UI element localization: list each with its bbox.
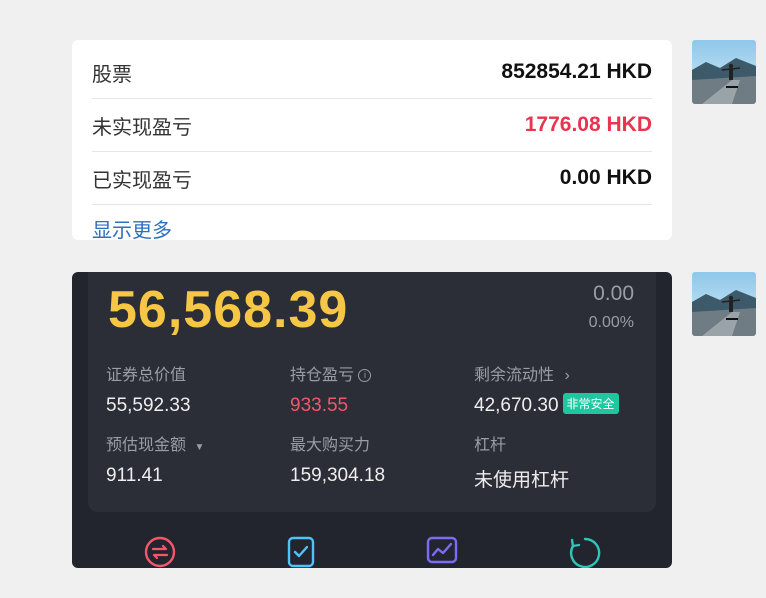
order-check-icon[interactable] <box>286 536 316 568</box>
account-screenshot-card: 56,568.39 0.00 0.00% 证券总价值 55,592.33 持仓盈… <box>72 272 672 568</box>
leverage-cell: 杠杆 未使用杠杆 <box>474 431 569 492</box>
chart-icon[interactable] <box>426 536 458 568</box>
chevron-right-icon: › <box>564 367 570 384</box>
realized-pnl-label: 已实现盈亏 <box>92 169 192 192</box>
avatar[interactable] <box>692 272 756 336</box>
assets-message-card: 股票 852854.21 HKD 未实现盈亏 1776.08 HKD 已实现盈亏… <box>72 40 672 240</box>
securities-value: 55,592.33 <box>106 395 191 416</box>
leverage-label: 杠杆 <box>474 437 507 454</box>
leverage-value: 未使用杠杆 <box>474 470 570 491</box>
show-more-link[interactable]: 显示更多 <box>92 214 172 240</box>
safety-badge: 非常安全 <box>562 393 619 415</box>
transfer-icon[interactable] <box>144 536 176 568</box>
estimated-cash-value: 911.41 <box>106 465 163 486</box>
unrealized-pnl-label: 未实现盈亏 <box>92 116 192 139</box>
position-pnl-label: 持仓盈亏 <box>290 367 355 384</box>
day-change-value: 0.00 <box>593 282 634 305</box>
account-summary-panel: 56,568.39 0.00 0.00% 证券总价值 55,592.33 持仓盈… <box>88 272 656 512</box>
realized-pnl-row: 已实现盈亏 0.00 HKD <box>92 152 652 205</box>
total-assets-value: 56,568.39 <box>108 281 349 339</box>
quick-actions-bar <box>72 536 672 568</box>
securities-value-label: 证券总价值 <box>106 367 187 384</box>
stock-value: 852854.21 HKD <box>501 60 652 83</box>
stock-row: 股票 852854.21 HKD <box>92 46 652 99</box>
day-change-percent: 0.00% <box>588 314 634 331</box>
max-buying-power-label: 最大购买力 <box>290 437 371 454</box>
max-buying-power-value: 159,304.18 <box>290 465 386 486</box>
unrealized-pnl-value: 1776.08 HKD <box>524 113 652 136</box>
remaining-liquidity-cell[interactable]: 剩余流动性 › 42,670.30 非常安全 <box>474 361 619 417</box>
estimated-cash-label: 预估现金额 <box>106 437 187 454</box>
avatar[interactable] <box>692 40 756 104</box>
remaining-liquidity-value: 42,670.30 <box>474 395 559 416</box>
refresh-icon[interactable] <box>568 536 602 568</box>
caret-down-icon[interactable]: ▼ <box>194 442 204 453</box>
realized-pnl-value: 0.00 HKD <box>559 166 652 189</box>
estimated-cash-cell: 预估现金额 ▼ 911.41 <box>106 431 204 487</box>
position-pnl-value: 933.55 <box>290 395 349 416</box>
max-buying-power-cell: 最大购买力 159,304.18 <box>290 431 385 487</box>
stock-label: 股票 <box>92 63 132 86</box>
remaining-liquidity-label: 剩余流动性 <box>474 367 555 384</box>
info-icon[interactable]: i <box>358 369 372 383</box>
unrealized-pnl-row: 未实现盈亏 1776.08 HKD <box>92 99 652 152</box>
securities-value-cell: 证券总价值 55,592.33 <box>106 361 191 417</box>
position-pnl-cell: 持仓盈亏 i 933.55 <box>290 361 372 417</box>
